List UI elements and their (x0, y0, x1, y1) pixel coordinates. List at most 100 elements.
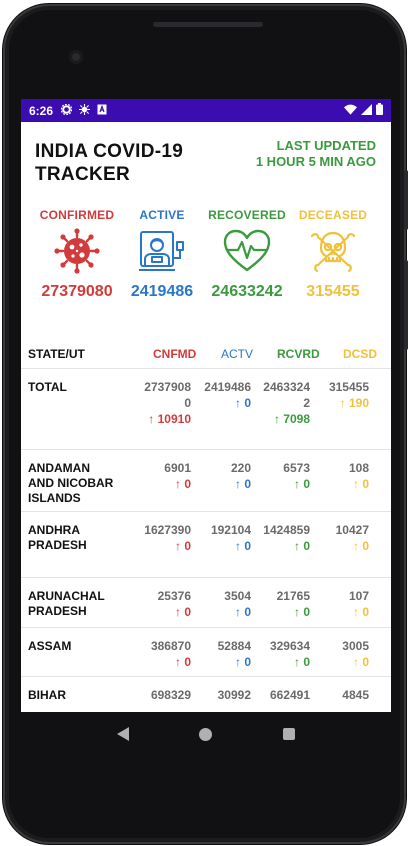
table-header: STATE/UT CNFMD ACTV RCVRD DCSD (21, 333, 391, 369)
deceased-delta: ↑ 0 (352, 605, 369, 619)
header-state: STATE/UT (28, 347, 85, 361)
active-delta: ↑ 0 (234, 477, 251, 491)
cell-recovered: 662491 (258, 687, 310, 703)
deceased-delta: ↑ 0 (352, 655, 369, 669)
app-title: INDIA COVID-19 TRACKER (35, 141, 184, 185)
status-time: 6:26 (29, 103, 54, 118)
patient-bed-icon (137, 228, 187, 274)
signal-icon (361, 103, 372, 118)
deceased-count: 108 (348, 461, 369, 475)
heartbeat-icon (222, 228, 272, 274)
stat-confirmed-label: CONFIRMED (39, 208, 115, 222)
active-count: 3504 (224, 589, 251, 603)
deceased-count: 3005 (342, 639, 369, 653)
wifi-icon (344, 104, 357, 118)
active-count: 220 (230, 461, 251, 475)
recovered-delta: ↑ 7098 (273, 412, 310, 426)
status-bar: 6:26 (21, 99, 391, 122)
last-updated-time: 1 HOUR 5 MIN AGO (255, 154, 376, 169)
confirmed-delta: ↑ 0 (174, 477, 191, 491)
cell-recovered: 1424859 ↑ 0 (258, 522, 310, 554)
cell-recovered: 21765 ↑ 0 (258, 588, 310, 620)
deceased-count: 315455 (328, 380, 369, 394)
confirmed-count: 698329 (150, 688, 191, 702)
virus-icon (52, 228, 102, 274)
deceased-delta: ↑ 0 (352, 477, 369, 491)
cell-deceased: 107 ↑ 0 (317, 588, 369, 620)
stat-confirmed: CONFIRMED 27379080 (31, 208, 123, 301)
row-state-name: ANDAMAN AND NICOBAR ISLANDS (28, 461, 114, 505)
last-updated: LAST UPDATED 1 HOUR 5 MIN AGO (256, 138, 376, 170)
confirmed-delta: ↑ 0 (174, 605, 191, 619)
confirmed-count: 6901 (164, 461, 191, 475)
table-row[interactable]: ANDAMAN AND NICOBAR ISLANDS 6901 ↑ 0 220… (21, 450, 391, 512)
active-count: 2419486 (204, 380, 251, 394)
recovered-count: 329634 (269, 639, 310, 653)
cell-confirmed: 698329 (139, 687, 191, 703)
stat-recovered: RECOVERED 24633242 (201, 208, 293, 301)
recovered-count: 1424859 (263, 523, 310, 537)
active-count: 30992 (217, 688, 251, 702)
table-row[interactable]: ANDHRA PRADESH 1627390 ↑ 0 192104 ↑ 0 14… (21, 512, 391, 578)
deceased-count: 107 (348, 589, 369, 603)
cell-deceased: 3005 ↑ 0 (317, 638, 369, 670)
cell-active: 192104 ↑ 0 (199, 522, 251, 554)
table-row[interactable]: ASSAM 386870 ↑ 0 52884 ↑ 0 329634 ↑ 0 30… (21, 628, 391, 677)
recovered-delta: ↑ 0 (293, 655, 310, 669)
confirmed-delta: ↑ 0 (174, 655, 191, 669)
cell-active: 220 ↑ 0 (199, 460, 251, 492)
row-state-name: ANDHRA PRADESH (28, 523, 87, 552)
deceased-delta: ↑ 0 (352, 539, 369, 553)
front-camera (69, 50, 83, 64)
confirmed-count: 1627390 (144, 523, 191, 537)
confirmed-delta: ↑ 0 (174, 539, 191, 553)
stat-active-label: ACTIVE (139, 208, 185, 222)
recovered-count: 662491 (269, 688, 310, 702)
cell-confirmed: 1627390 ↑ 0 (139, 522, 191, 554)
confirmed-count: 27379080 (144, 380, 191, 410)
deceased-count: 10427 (335, 523, 369, 537)
table-row[interactable]: TOTAL 27379080 ↑ 10910 2419486 ↑ 0 24633… (21, 369, 391, 450)
recovered-delta: ↑ 0 (293, 605, 310, 619)
recovered-delta: ↑ 0 (293, 477, 310, 491)
speaker-grille (153, 22, 263, 27)
active-count: 52884 (217, 639, 251, 653)
row-state-name: ARUNACHAL PRADESH (28, 589, 105, 618)
app-screen: 6:26 INDIA COVID-19 TRACKER LAST UPDATED… (21, 99, 391, 712)
cell-deceased: 10427 ↑ 0 (317, 522, 369, 554)
home-icon[interactable] (196, 724, 216, 744)
confirmed-count: 386870 (150, 639, 191, 653)
row-state-name: TOTAL (28, 380, 67, 394)
cell-deceased: 108 ↑ 0 (317, 460, 369, 492)
recovered-delta: ↑ 0 (293, 539, 310, 553)
skull-crossbones-icon (308, 228, 358, 274)
deceased-count: 4845 (342, 688, 369, 702)
volume-button (404, 260, 408, 350)
recents-icon[interactable] (279, 724, 299, 744)
header-confirmed: CNFMD (153, 347, 197, 361)
header-deceased: DCSD (343, 347, 378, 361)
power-button (404, 170, 408, 230)
active-delta: ↑ 0 (234, 655, 251, 669)
cell-confirmed: 6901 ↑ 0 (139, 460, 191, 492)
cell-active: 3504 ↑ 0 (199, 588, 251, 620)
status-icons (344, 103, 383, 118)
battery-icon (376, 103, 383, 118)
last-updated-label: LAST UPDATED (276, 138, 376, 153)
stat-deceased-label: DECEASED (298, 208, 368, 222)
table-row[interactable]: BIHAR 698329 30992 662491 4845 (21, 677, 391, 712)
bug-icon (79, 103, 91, 118)
active-delta: ↑ 0 (234, 605, 251, 619)
cell-deceased: 4845 (317, 687, 369, 703)
header-active: ACTV (221, 347, 254, 361)
header-recovered: RCVRD (277, 347, 320, 361)
cell-recovered: 24633242 ↑ 7098 (258, 379, 310, 427)
cell-active: 52884 ↑ 0 (199, 638, 251, 670)
table-row[interactable]: ARUNACHAL PRADESH 25376 ↑ 0 3504 ↑ 0 217… (21, 578, 391, 628)
stat-active-value: 2419486 (130, 283, 194, 300)
back-icon[interactable] (113, 724, 133, 744)
recovered-count: 6573 (283, 461, 310, 475)
cell-recovered: 329634 ↑ 0 (258, 638, 310, 670)
confirmed-count: 25376 (157, 589, 191, 603)
stat-recovered-value: 24633242 (211, 283, 283, 300)
